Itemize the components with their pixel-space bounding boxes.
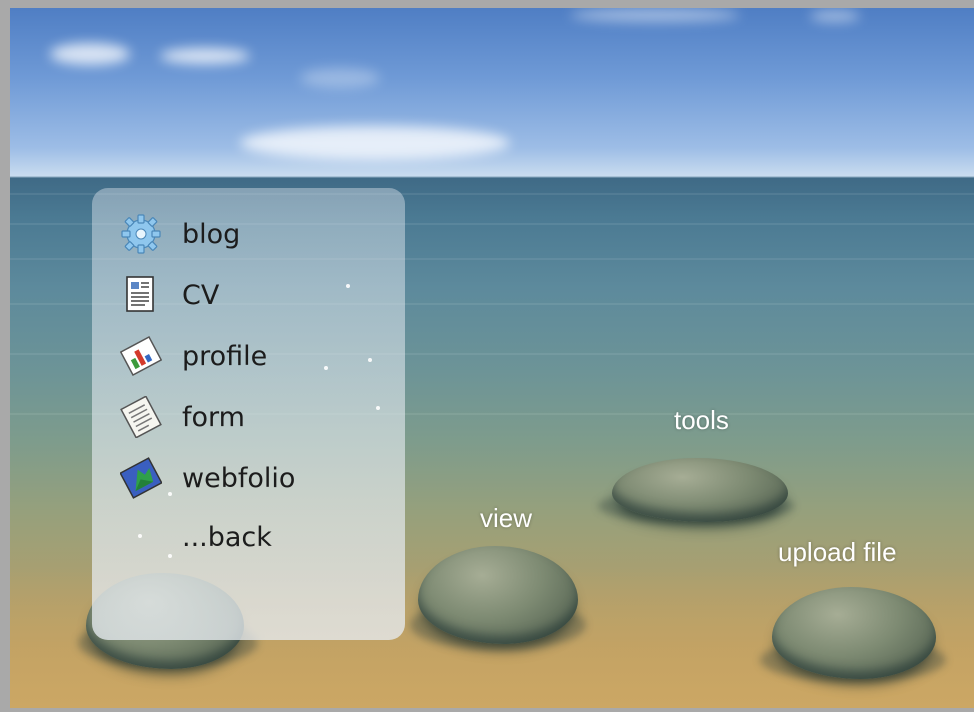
menu-item-label: webfolio [182,462,296,494]
gear-icon [120,213,162,255]
cloud [160,48,250,64]
cloud [50,43,130,65]
tools-label[interactable]: tools [674,405,729,436]
cloud [300,68,380,88]
view-label[interactable]: view [480,503,532,534]
window-frame: tools view upload file blog CV profile f… [0,0,974,712]
menu-item-form[interactable]: form [120,392,245,442]
menu-item-back[interactable]: ...back [120,512,272,562]
menu-item-label: form [182,401,245,433]
document-icon [120,274,162,316]
menu-item-label: profile [182,340,268,372]
webfolio-icon [120,457,162,499]
menu-item-label: ...back [182,521,272,553]
upload-file-label[interactable]: upload file [778,537,897,568]
cloud [240,126,510,160]
navigation-menu: blog CV profile form webfolio ...back [92,188,405,640]
form-icon [120,396,162,438]
cloud [810,10,860,22]
cloud [570,8,740,22]
sparkle [324,366,328,370]
sparkle [346,284,350,288]
empty-icon-slot [120,516,162,558]
menu-item-label: blog [182,218,241,250]
menu-item-profile[interactable]: profile [120,331,267,381]
sparkle [376,406,380,410]
menu-item-webfolio[interactable]: webfolio [120,453,295,503]
tools-stone[interactable] [612,458,788,522]
menu-item-label: CV [182,279,220,311]
sparkle [368,358,372,362]
menu-item-cv[interactable]: CV [120,270,219,320]
chart-card-icon [120,335,162,377]
menu-item-blog[interactable]: blog [120,209,240,259]
